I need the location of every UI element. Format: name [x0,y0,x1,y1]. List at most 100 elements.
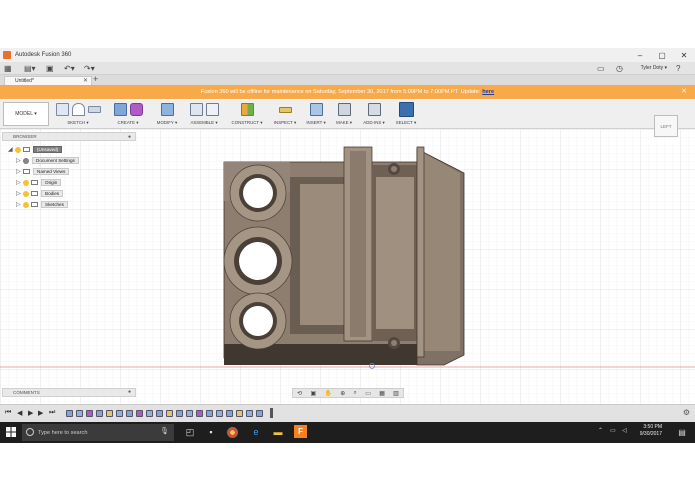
joint-icon[interactable] [205,103,219,116]
fusion-taskbar-icon[interactable]: F [294,425,307,438]
new-component-icon[interactable] [189,103,203,116]
browser-item-document-settings[interactable]: ▷ Document Settings [16,156,79,165]
ribbon-group-insert[interactable]: INSERT ▾ [303,102,329,128]
timeline-feature-icon[interactable] [176,410,183,417]
timeline-feature-icon[interactable] [156,410,163,417]
timeline-end-icon[interactable]: ⏭ [49,409,55,417]
timeline-settings-icon[interactable]: ⚙ [683,408,690,417]
ribbon-group-addins[interactable]: ADD-INS ▾ [360,102,388,128]
browser-item-bodies[interactable]: ▷ Bodies [16,189,64,198]
timeline-start-icon[interactable]: ⏮ [5,409,11,417]
scripts-addins-icon[interactable] [367,103,381,116]
save-icon[interactable]: ▣ [46,64,54,73]
display-settings-icon[interactable]: ▭ [365,390,371,397]
timeline-play-icon[interactable]: ▶ [28,409,33,417]
extrude-icon[interactable] [113,103,127,116]
timeline-feature-icon[interactable] [136,410,143,417]
visibility-bulb-icon[interactable] [23,201,29,208]
notifications-icon[interactable]: ▤ [675,425,689,439]
ribbon-group-modify[interactable]: MODIFY ▾ [152,102,182,128]
timeline-forward-icon[interactable]: ▶ [38,409,43,417]
timeline-feature-icon[interactable] [206,410,213,417]
create-sketch-icon[interactable] [55,103,69,116]
timeline-feature-icon[interactable] [186,410,193,417]
volume-icon[interactable]: ◁ [622,427,627,434]
browser-item-origin[interactable]: ▷ Origin [16,178,62,187]
clock-history-icon[interactable]: ◷ [616,64,623,73]
grid-settings-icon[interactable]: ▦ [379,390,385,397]
ribbon-group-make[interactable]: MAKE ▾ [332,102,356,128]
file-menu-icon[interactable]: ▤▾ [24,64,36,73]
select-cursor-icon[interactable] [398,102,414,117]
task-view-icon[interactable]: ◰ [183,425,197,439]
ribbon-group-select[interactable]: SELECT ▾ [393,102,419,128]
help-icon[interactable]: ? [676,64,680,73]
timeline-feature-icon[interactable] [66,410,73,417]
expand-arrow-icon[interactable]: ▷ [16,190,23,197]
ribbon-group-create[interactable]: CREATE ▾ [108,102,148,128]
windows-start-icon[interactable] [6,427,16,437]
timeline-back-icon[interactable]: ◀ [17,409,22,417]
design-canvas[interactable] [0,129,695,429]
viewports-icon[interactable]: ▥ [393,390,399,397]
timeline-feature-icon[interactable] [256,410,263,417]
visibility-bulb-icon[interactable] [15,146,21,153]
comments-panel-header[interactable]: COMMENTS ● [2,388,136,397]
undo-icon[interactable]: ↶▾ [64,64,75,73]
measure-icon[interactable] [278,106,292,113]
expand-arrow-icon[interactable]: ▷ [16,168,23,175]
expand-arrow-icon[interactable]: ▷ [16,201,23,208]
fit-icon[interactable]: ⌕ [354,390,357,397]
file-explorer-icon[interactable]: ▬ [271,425,285,439]
offset-plane-icon[interactable] [240,103,254,116]
timeline-feature-icon[interactable] [126,410,133,417]
rectangle-icon[interactable] [87,106,101,113]
insert-image-icon[interactable] [309,103,323,116]
expand-arrow-icon[interactable]: ▷ [16,157,23,164]
timeline-feature-icon[interactable] [246,410,253,417]
look-at-icon[interactable]: ▣ [310,390,316,397]
visibility-bulb-icon[interactable] [23,179,29,186]
user-menu[interactable]: Tyler Doty ▾ [641,65,667,71]
edge-icon[interactable]: e [249,425,263,439]
orbit-icon[interactable]: ⟲ [297,390,302,397]
redo-icon[interactable]: ↷▾ [84,64,95,73]
view-cube[interactable]: LEFT [654,115,678,137]
timeline-feature-icon[interactable] [226,410,233,417]
microphone-icon[interactable]: 🎙 [160,427,169,435]
browser-pin-icon[interactable]: ● [128,134,131,140]
browser-item-sketches[interactable]: ▷ Sketches [16,200,68,209]
document-tab[interactable]: Untitled* ✕ [4,76,92,85]
part-body[interactable] [223,146,465,366]
timeline-feature-icon[interactable] [216,410,223,417]
3d-print-icon[interactable] [337,103,351,116]
close-tab-icon[interactable]: ✕ [83,77,88,84]
press-pull-icon[interactable] [160,103,174,116]
network-icon[interactable]: ▭ [610,427,616,434]
ribbon-group-construct[interactable]: CONSTRUCT ▾ [228,102,266,128]
timeline-feature-icon[interactable] [86,410,93,417]
banner-close-icon[interactable]: ✕ [681,87,687,95]
workspace-switcher[interactable]: MODEL ▾ [3,102,49,126]
timeline-feature-icon[interactable] [196,410,203,417]
expand-arrow-icon[interactable]: ◢ [8,146,15,153]
taskbar-clock[interactable]: 3:50 PM 9/30/2017 [632,424,662,438]
comments-pin-icon[interactable]: ● [128,389,131,395]
browser-panel-header[interactable]: BROWSER ● [2,132,136,141]
ribbon-group-inspect[interactable]: INSPECT ▾ [270,102,300,128]
timeline-feature-icon[interactable] [166,410,173,417]
expand-arrow-icon[interactable]: ▷ [16,179,23,186]
ribbon-group-assemble[interactable]: ASSEMBLE ▾ [185,102,223,128]
close-window-button[interactable]: ✕ [673,48,695,62]
line-arc-icon[interactable] [71,103,85,116]
banner-link[interactable]: here [482,89,494,95]
timeline-feature-icon[interactable] [106,410,113,417]
timeline-feature-icon[interactable] [96,410,103,417]
visibility-bulb-icon[interactable] [23,190,29,197]
new-tab-icon[interactable]: + [93,74,98,84]
create-form-icon[interactable] [129,103,143,116]
job-status-icon[interactable]: ▭ [597,64,605,73]
chrome-icon[interactable] [227,427,238,438]
timeline-feature-icon[interactable] [236,410,243,417]
timeline-feature-icon[interactable] [116,410,123,417]
